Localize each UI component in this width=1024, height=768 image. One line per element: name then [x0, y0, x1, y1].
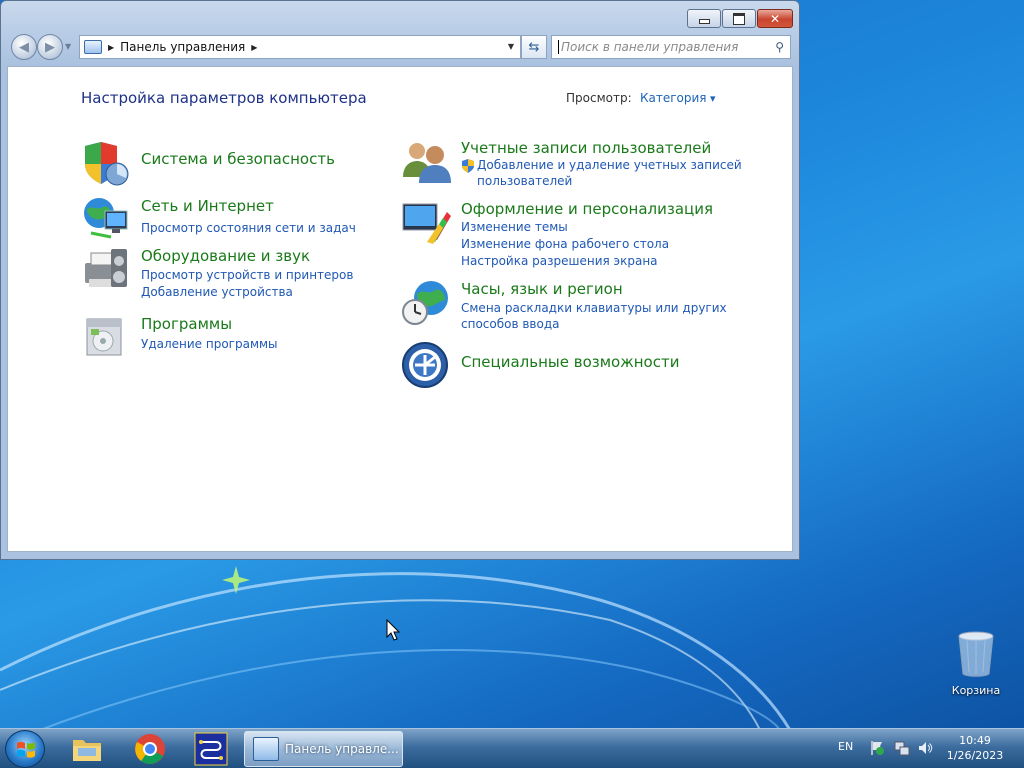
category-link[interactable]: Добавление устройства — [141, 285, 293, 299]
category-link[interactable]: Смена раскладки клавиатуры или других — [461, 301, 727, 315]
view-by-label: Просмотр: — [566, 91, 632, 105]
chrome-icon[interactable] — [133, 732, 167, 766]
category-title[interactable]: Специальные возможности — [461, 353, 679, 371]
clock-time: 10:49 — [959, 734, 991, 747]
back-arrow-icon: ◀ — [19, 39, 29, 55]
category-link[interactable]: пользователей — [477, 174, 572, 188]
forward-arrow-icon: ▶ — [45, 39, 55, 55]
accessibility-icon[interactable] — [401, 341, 453, 389]
navigation-toolbar: ◀ ▶ ▼ ▶ Панель управления ▶ ▼ ⇆ Поиск в … — [7, 34, 793, 60]
taskbar: Панель управле... EN 10:49 1/26/2023 — [0, 728, 1024, 768]
search-icon[interactable]: ⚲ — [775, 40, 784, 54]
programs-box-icon[interactable] — [81, 313, 133, 361]
network-app-icon[interactable] — [194, 732, 228, 766]
control-panel-window: ✕ ◀ ▶ ▼ ▶ Панель управления ▶ ▼ ⇆ Поиск … — [0, 0, 800, 560]
language-indicator[interactable]: EN — [838, 740, 853, 753]
close-button[interactable]: ✕ — [757, 9, 793, 28]
users-icon[interactable] — [401, 137, 453, 185]
category-link[interactable]: Добавление и удаление учетных записей — [477, 158, 742, 172]
taskbar-item-control-panel[interactable]: Панель управле... — [244, 731, 403, 767]
recycle-bin-icon — [958, 631, 994, 677]
recycle-bin[interactable]: Корзина — [946, 630, 1006, 697]
printer-icon[interactable] — [81, 245, 133, 293]
category-link[interactable]: Просмотр состояния сети и задач — [141, 221, 356, 235]
breadcrumb-arrow-icon[interactable]: ▶ — [108, 43, 114, 52]
page-title: Настройка параметров компьютера — [81, 89, 367, 107]
start-button[interactable] — [5, 730, 45, 768]
category-link[interactable]: Изменение фона рабочего стола — [461, 237, 669, 251]
address-bar[interactable]: ▶ Панель управления ▶ ▼ — [79, 35, 521, 59]
recycle-bin-label: Корзина — [951, 684, 1001, 697]
clock-date: 1/26/2023 — [946, 749, 1004, 762]
category-link[interactable]: Изменение темы — [461, 220, 568, 234]
explorer-folder-icon[interactable] — [70, 732, 104, 766]
recent-pages-dropdown[interactable]: ▼ — [65, 42, 71, 51]
volume-icon[interactable] — [917, 740, 933, 756]
category-title[interactable]: Оформление и персонализация — [461, 200, 713, 218]
text-caret — [558, 40, 559, 54]
mouse-cursor-icon — [386, 619, 400, 641]
category-title[interactable]: Часы, язык и регион — [461, 280, 623, 298]
category-link[interactable]: способов ввода — [461, 317, 560, 331]
minimize-button[interactable] — [687, 9, 721, 28]
category-link[interactable]: Удаление программы — [141, 337, 278, 351]
address-dropdown-icon[interactable]: ▼ — [508, 42, 514, 51]
breadcrumb-arrow-icon[interactable]: ▶ — [251, 43, 257, 52]
action-center-flag-icon[interactable] — [869, 740, 885, 756]
shield-icon[interactable] — [81, 140, 133, 188]
category-title[interactable]: Программы — [141, 315, 232, 333]
refresh-icon: ⇆ — [528, 39, 540, 55]
maximize-button[interactable] — [722, 9, 756, 28]
category-title[interactable]: Сеть и Интернет — [141, 197, 274, 215]
view-by-dropdown[interactable]: Категория — [640, 91, 716, 105]
breadcrumb-control-panel[interactable]: Панель управления — [120, 40, 245, 54]
taskbar-item-label: Панель управле... — [285, 742, 399, 756]
system-clock[interactable]: 10:49 1/26/2023 — [943, 733, 1007, 763]
category-link[interactable]: Просмотр устройств и принтеров — [141, 268, 353, 282]
category-title[interactable]: Система и безопасность — [141, 150, 335, 168]
control-panel-icon — [84, 40, 102, 54]
search-input[interactable]: Поиск в панели управления ⚲ — [551, 35, 791, 59]
uac-shield-icon — [462, 159, 474, 173]
category-title[interactable]: Учетные записи пользователей — [461, 139, 711, 157]
windows-logo-icon — [17, 741, 35, 758]
desktop-wallpaper-swoosh — [0, 566, 792, 730]
category-title[interactable]: Оборудование и звук — [141, 247, 310, 265]
clock-globe-icon[interactable] — [401, 278, 453, 326]
content-panel: Настройка параметров компьютера Просмотр… — [7, 66, 793, 552]
window-controls: ✕ — [687, 9, 793, 28]
network-globe-icon[interactable] — [81, 195, 133, 243]
refresh-button[interactable]: ⇆ — [521, 35, 547, 59]
back-button[interactable]: ◀ — [11, 34, 37, 60]
network-status-icon[interactable] — [894, 740, 910, 756]
search-placeholder: Поиск в панели управления — [561, 40, 739, 54]
control-panel-icon — [253, 737, 279, 761]
forward-button[interactable]: ▶ — [37, 34, 63, 60]
appearance-monitor-icon[interactable] — [401, 198, 453, 246]
category-link[interactable]: Настройка разрешения экрана — [461, 254, 658, 268]
